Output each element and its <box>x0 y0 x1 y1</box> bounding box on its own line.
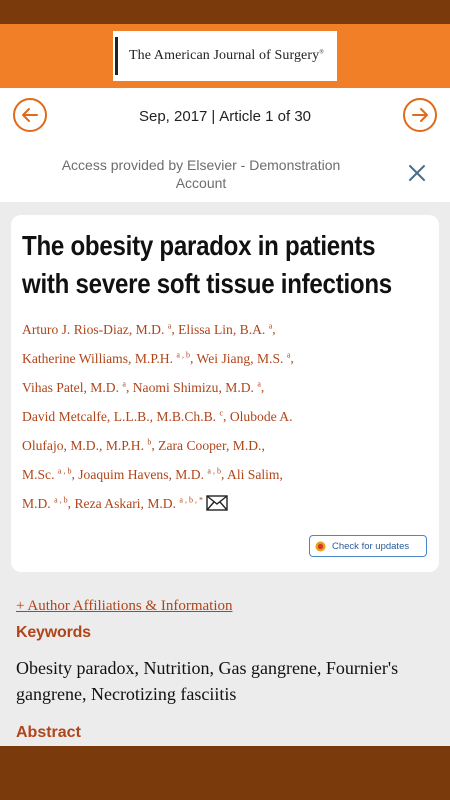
bottom-toolbar <box>0 746 450 800</box>
article-card: The obesity paradox in patients with sev… <box>11 215 439 572</box>
arrow-left-icon <box>22 108 38 122</box>
author-name-text: Elissa Lin, B.A. <box>178 321 269 337</box>
author-name[interactable]: David Metcalfe, L.L.B., M.B.Ch.B. c <box>22 408 224 424</box>
keywords-text: Obesity paradox, Nutrition, Gas gangrene… <box>16 658 399 704</box>
author-list: Arturo J. Rios-Diaz, M.D. a, Elissa Lin,… <box>22 321 294 511</box>
close-icon[interactable] <box>408 164 426 182</box>
status-bar <box>0 0 450 24</box>
author-affiliation-sup: c <box>219 408 224 418</box>
journal-logo: The American Journal of Surgery® <box>113 31 337 81</box>
author-affiliation-sup: a , b <box>176 350 190 360</box>
author-name[interactable]: Wei Jiang, M.S. a <box>196 350 291 366</box>
author-affiliation-sup: a <box>257 379 261 389</box>
abstract-heading[interactable]: Abstract <box>16 724 81 742</box>
next-article-button[interactable] <box>403 98 437 132</box>
issue-date: Sep, 2017 <box>138 107 208 125</box>
author-name-text: Wei Jiang, M.S. <box>196 350 287 366</box>
author-name[interactable]: Arturo J. Rios-Diaz, M.D. a <box>22 321 172 337</box>
author-affiliation-sup: a <box>122 379 126 389</box>
author-name-text: Arturo J. Rios-Diaz, M.D. <box>22 321 168 337</box>
issue-position: Sep, 2017 | Article 1 of 30 <box>80 88 370 144</box>
author-affiliation-sup: a <box>268 321 273 330</box>
author-affiliation-sup: b <box>147 437 152 447</box>
article-title: The obesity paradox in patients with sev… <box>22 230 392 299</box>
check-updates-label: Check for updates <box>332 540 410 552</box>
author-name-text: Reza Askari, M.D. <box>74 495 180 511</box>
author-name-text: Joaquim Havens, M.D. <box>78 466 208 482</box>
author-affiliation-sup: a , b <box>54 495 68 505</box>
author-name[interactable]: Reza Askari, M.D. a , b , * <box>74 495 203 511</box>
arrow-right-icon <box>412 108 428 122</box>
check-updates-icon <box>315 541 326 551</box>
logo-bar <box>115 37 118 75</box>
check-for-updates-button[interactable]: Check for updates <box>309 535 427 557</box>
access-banner: Access provided by Elsevier - Demonstrat… <box>0 144 450 202</box>
author-name[interactable]: Naomi Shimizu, M.D. a <box>132 379 261 395</box>
author-name[interactable]: Joaquim Havens, M.D. a , b <box>78 466 221 482</box>
author-name-text: Vihas Patel, M.D. <box>22 379 123 395</box>
author-affiliation-sup: a , b <box>207 466 221 476</box>
author-name[interactable]: Elissa Lin, B.A. a <box>178 321 273 337</box>
article-position: Article 1 of 30 <box>219 107 312 125</box>
author-affiliation-sup: a , b , * <box>179 495 203 505</box>
author-affiliations-link[interactable]: + Author Affiliations & Information <box>16 598 233 615</box>
author-name-text: Naomi Shimizu, M.D. <box>132 379 258 395</box>
author-affiliation-sup: a <box>167 321 172 330</box>
keywords-heading: Keywords <box>16 624 91 641</box>
article-nav: Sep, 2017 | Article 1 of 30 <box>0 88 450 145</box>
access-text: Access provided by Elsevier - Demonstrat… <box>61 157 341 191</box>
author-name[interactable]: Katherine Williams, M.P.H. a , b <box>22 350 190 366</box>
nav-separator: | <box>211 107 216 125</box>
author-affiliation-sup: a <box>286 350 291 360</box>
journal-name: The American Journal of Surgery® <box>129 48 324 63</box>
author-affiliation-sup: a , b <box>57 466 72 476</box>
author-name-text: David Metcalfe, L.L.B., M.B.Ch.B. <box>22 408 220 424</box>
author-name-text: Katherine Williams, M.P.H. <box>22 350 177 366</box>
previous-article-button[interactable] <box>13 98 47 132</box>
author-name[interactable]: Vihas Patel, M.D. a <box>22 379 126 395</box>
journal-header: The American Journal of Surgery® <box>0 24 450 88</box>
email-icon[interactable] <box>206 495 228 511</box>
